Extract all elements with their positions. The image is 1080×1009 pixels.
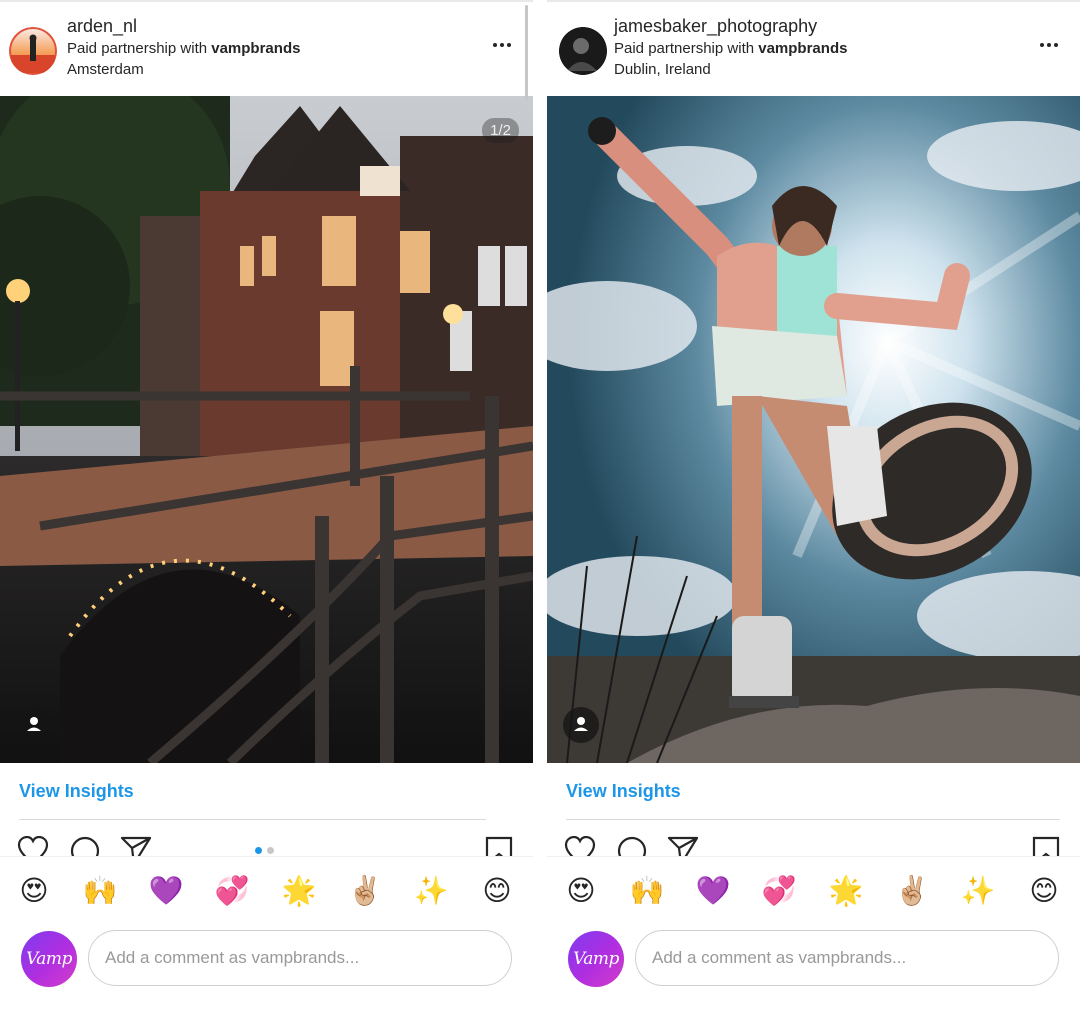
heart-icon[interactable] [17, 836, 49, 856]
carousel-dot-active [255, 847, 262, 854]
partner-name[interactable]: vampbrands [211, 40, 300, 57]
reaction-revolving-hearts[interactable]: 💞 [759, 869, 799, 913]
comment-input[interactable] [635, 930, 1059, 986]
quick-reactions: 😍 🙌 💜 💞 🌟 ✌🏼 ✨ 😊 [547, 869, 1080, 913]
post-header: jamesbaker_photography Paid partnership … [547, 2, 1080, 96]
view-insights-link[interactable]: View Insights [566, 781, 681, 802]
reaction-smiling-face[interactable]: 😊 [477, 869, 517, 913]
username[interactable]: jamesbaker_photography [614, 16, 817, 37]
reaction-bar-divider [0, 856, 533, 857]
share-icon[interactable] [667, 836, 699, 856]
comment-input[interactable] [88, 930, 512, 986]
reaction-bar-divider [547, 856, 1080, 857]
reaction-sparkles[interactable]: ✨ [411, 869, 451, 913]
post-image[interactable] [547, 96, 1080, 763]
carousel-indicator [255, 847, 274, 854]
post-header: arden_nl Paid partnership with vampbrand… [0, 2, 533, 96]
post-image[interactable]: 1/2 [0, 96, 533, 763]
reaction-purple-heart[interactable]: 💜 [146, 869, 186, 913]
quick-reactions: 😍 🙌 💜 💞 🌟 ✌🏼 ✨ 😊 [0, 869, 533, 913]
username[interactable]: arden_nl [67, 16, 137, 37]
heart-icon[interactable] [564, 836, 596, 856]
panel-gutter [533, 0, 547, 1009]
reaction-heart-eyes[interactable]: 😍 [561, 869, 601, 913]
reaction-heart-eyes[interactable]: 😍 [14, 869, 54, 913]
bookmark-icon[interactable] [485, 836, 513, 856]
reaction-victory-hand[interactable]: ✌🏼 [345, 869, 385, 913]
post-card-arden-nl: arden_nl Paid partnership with vampbrand… [0, 0, 533, 1009]
vamp-avatar: Vamp [21, 931, 77, 987]
section-divider [19, 819, 486, 820]
partnership-prefix: Paid partnership with [614, 40, 759, 57]
profile-avatar[interactable] [9, 27, 57, 75]
carousel-dot [267, 847, 274, 854]
reaction-victory-hand[interactable]: ✌🏼 [892, 869, 932, 913]
location[interactable]: Amsterdam [67, 61, 144, 78]
post-card-jamesbaker: jamesbaker_photography Paid partnership … [547, 0, 1080, 1009]
girl-jumping-photo [547, 96, 1080, 763]
bookmark-icon[interactable] [1032, 836, 1060, 856]
partner-name[interactable]: vampbrands [758, 40, 847, 57]
scrollbar[interactable] [525, 5, 528, 100]
profile-avatar[interactable] [559, 27, 607, 75]
media-counter: 1/2 [482, 118, 519, 143]
more-options-icon[interactable] [1040, 35, 1062, 55]
reaction-revolving-hearts[interactable]: 💞 [212, 869, 252, 913]
reaction-glowing-star[interactable]: 🌟 [279, 869, 319, 913]
reaction-smiling-face[interactable]: 😊 [1024, 869, 1064, 913]
tagged-user-icon[interactable] [16, 707, 52, 743]
paid-partnership-label: Paid partnership with vampbrands [67, 40, 300, 57]
share-icon[interactable] [120, 836, 152, 856]
action-bar [547, 832, 1080, 856]
reaction-purple-heart[interactable]: 💜 [693, 869, 733, 913]
paid-partnership-label: Paid partnership with vampbrands [614, 40, 847, 57]
amsterdam-canal-photo [0, 96, 533, 763]
more-options-icon[interactable] [493, 35, 515, 55]
tagged-user-icon[interactable] [563, 707, 599, 743]
comment-icon[interactable] [616, 836, 648, 856]
location[interactable]: Dublin, Ireland [614, 61, 711, 78]
reaction-glowing-star[interactable]: 🌟 [826, 869, 866, 913]
comment-icon[interactable] [69, 836, 101, 856]
reaction-raised-hands[interactable]: 🙌 [627, 869, 667, 913]
view-insights-link[interactable]: View Insights [19, 781, 134, 802]
reaction-raised-hands[interactable]: 🙌 [80, 869, 120, 913]
partnership-prefix: Paid partnership with [67, 40, 212, 57]
section-divider [566, 819, 1060, 820]
reaction-sparkles[interactable]: ✨ [958, 869, 998, 913]
vamp-avatar: Vamp [568, 931, 624, 987]
